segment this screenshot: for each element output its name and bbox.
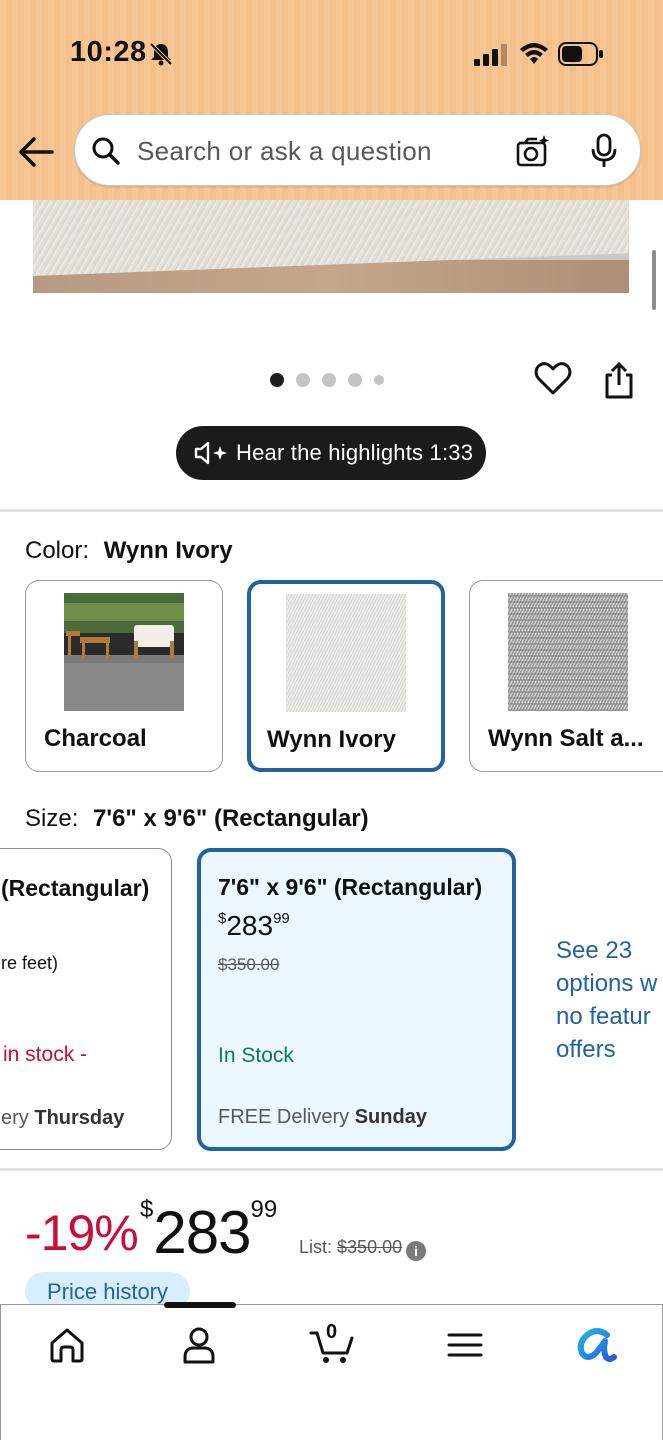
size-option-title: 7'6" x 9'6" (Rectangular): [218, 874, 483, 900]
info-icon[interactable]: i: [406, 1241, 427, 1261]
wifi-icon: [520, 43, 548, 64]
color-option-name: Charcoal: [44, 725, 147, 752]
carousel-dot[interactable]: [348, 373, 362, 387]
color-selection-header: Color: Wynn Ivory: [25, 537, 233, 565]
list-price: List: $350.00 i: [299, 1237, 427, 1261]
current-price: $28399: [140, 1196, 278, 1266]
battery-icon: [558, 42, 603, 66]
scroll-indicator[interactable]: [652, 250, 656, 310]
heart-icon[interactable]: [534, 360, 572, 398]
size-option-subtitle: re feet): [1, 953, 59, 973]
home-icon[interactable]: [47, 1325, 87, 1365]
discount-percentage: -19%: [25, 1205, 139, 1261]
search-placeholder: Search or ask a question: [137, 136, 432, 166]
status-time: 10:28: [70, 36, 147, 68]
nav-active-indicator: [164, 1302, 236, 1308]
size-label: Size:: [25, 805, 79, 832]
speaker-sparkle-icon: [194, 441, 227, 465]
bell-muted-icon: [149, 42, 173, 66]
hear-highlights-label: Hear the highlights 1:33: [236, 440, 474, 465]
color-selected-value: Wynn Ivory: [103, 537, 233, 564]
section-divider: [0, 509, 663, 512]
size-option-card-selected[interactable]: 7'6" x 9'6" (Rectangular) $28399 $350.00…: [197, 848, 516, 1151]
carousel-dot[interactable]: [374, 375, 384, 385]
charcoal-rug-thumbnail: [64, 593, 184, 711]
cellular-signal-icon: [474, 44, 507, 66]
search-icon: [92, 137, 120, 165]
ivory-rug-thumbnail: [286, 594, 406, 712]
share-icon[interactable]: [602, 360, 636, 400]
microphone-icon[interactable]: [589, 133, 619, 169]
carousel-dot[interactable]: [296, 373, 310, 387]
size-option-stock: In Stock: [218, 1044, 294, 1067]
account-icon[interactable]: [179, 1325, 219, 1365]
camera-lens-icon[interactable]: [515, 133, 551, 169]
hear-highlights-button[interactable]: Hear the highlights 1:33: [176, 426, 486, 480]
rufus-ai-icon[interactable]: [575, 1325, 617, 1365]
color-option-name: Wynn Ivory: [267, 726, 396, 753]
color-option-wynn-ivory[interactable]: Wynn Ivory: [247, 580, 445, 772]
back-arrow-icon[interactable]: [18, 134, 56, 170]
app-header: 10:28 Search or ask a question: [0, 0, 663, 200]
see-more-options-link[interactable]: See 23 options w no featur offers: [556, 934, 663, 1066]
search-input[interactable]: Search or ask a question: [74, 114, 641, 186]
image-carousel-dots[interactable]: [270, 372, 384, 388]
carousel-dot[interactable]: [322, 373, 336, 387]
size-option-price: $28399: [218, 910, 290, 941]
salt-rug-thumbnail: [508, 593, 628, 711]
color-option-wynn-salt[interactable]: Wynn Salt a...: [469, 580, 663, 772]
carousel-dot[interactable]: [270, 373, 284, 387]
product-image[interactable]: [33, 200, 629, 293]
color-option-name: Wynn Salt a...: [488, 725, 644, 752]
size-option-title: (Rectangular): [1, 875, 150, 901]
color-option-charcoal[interactable]: Charcoal: [25, 580, 223, 772]
menu-icon[interactable]: [445, 1325, 485, 1365]
color-label: Color:: [25, 537, 90, 564]
size-option-card[interactable]: (Rectangular) re feet) in stock - ery Th…: [0, 848, 172, 1150]
size-option-delivery: ery Thursday: [1, 1107, 125, 1129]
size-option-delivery: FREE Delivery Sunday: [218, 1106, 427, 1128]
size-selected-value: 7'6" x 9'6" (Rectangular): [93, 805, 369, 832]
size-option-stock: in stock -: [3, 1043, 88, 1066]
cart-count-badge: 0: [326, 1321, 338, 1343]
size-selection-header: Size: 7'6" x 9'6" (Rectangular): [25, 805, 369, 833]
size-option-list-price: $350.00: [218, 955, 280, 974]
section-divider: [0, 1168, 663, 1171]
